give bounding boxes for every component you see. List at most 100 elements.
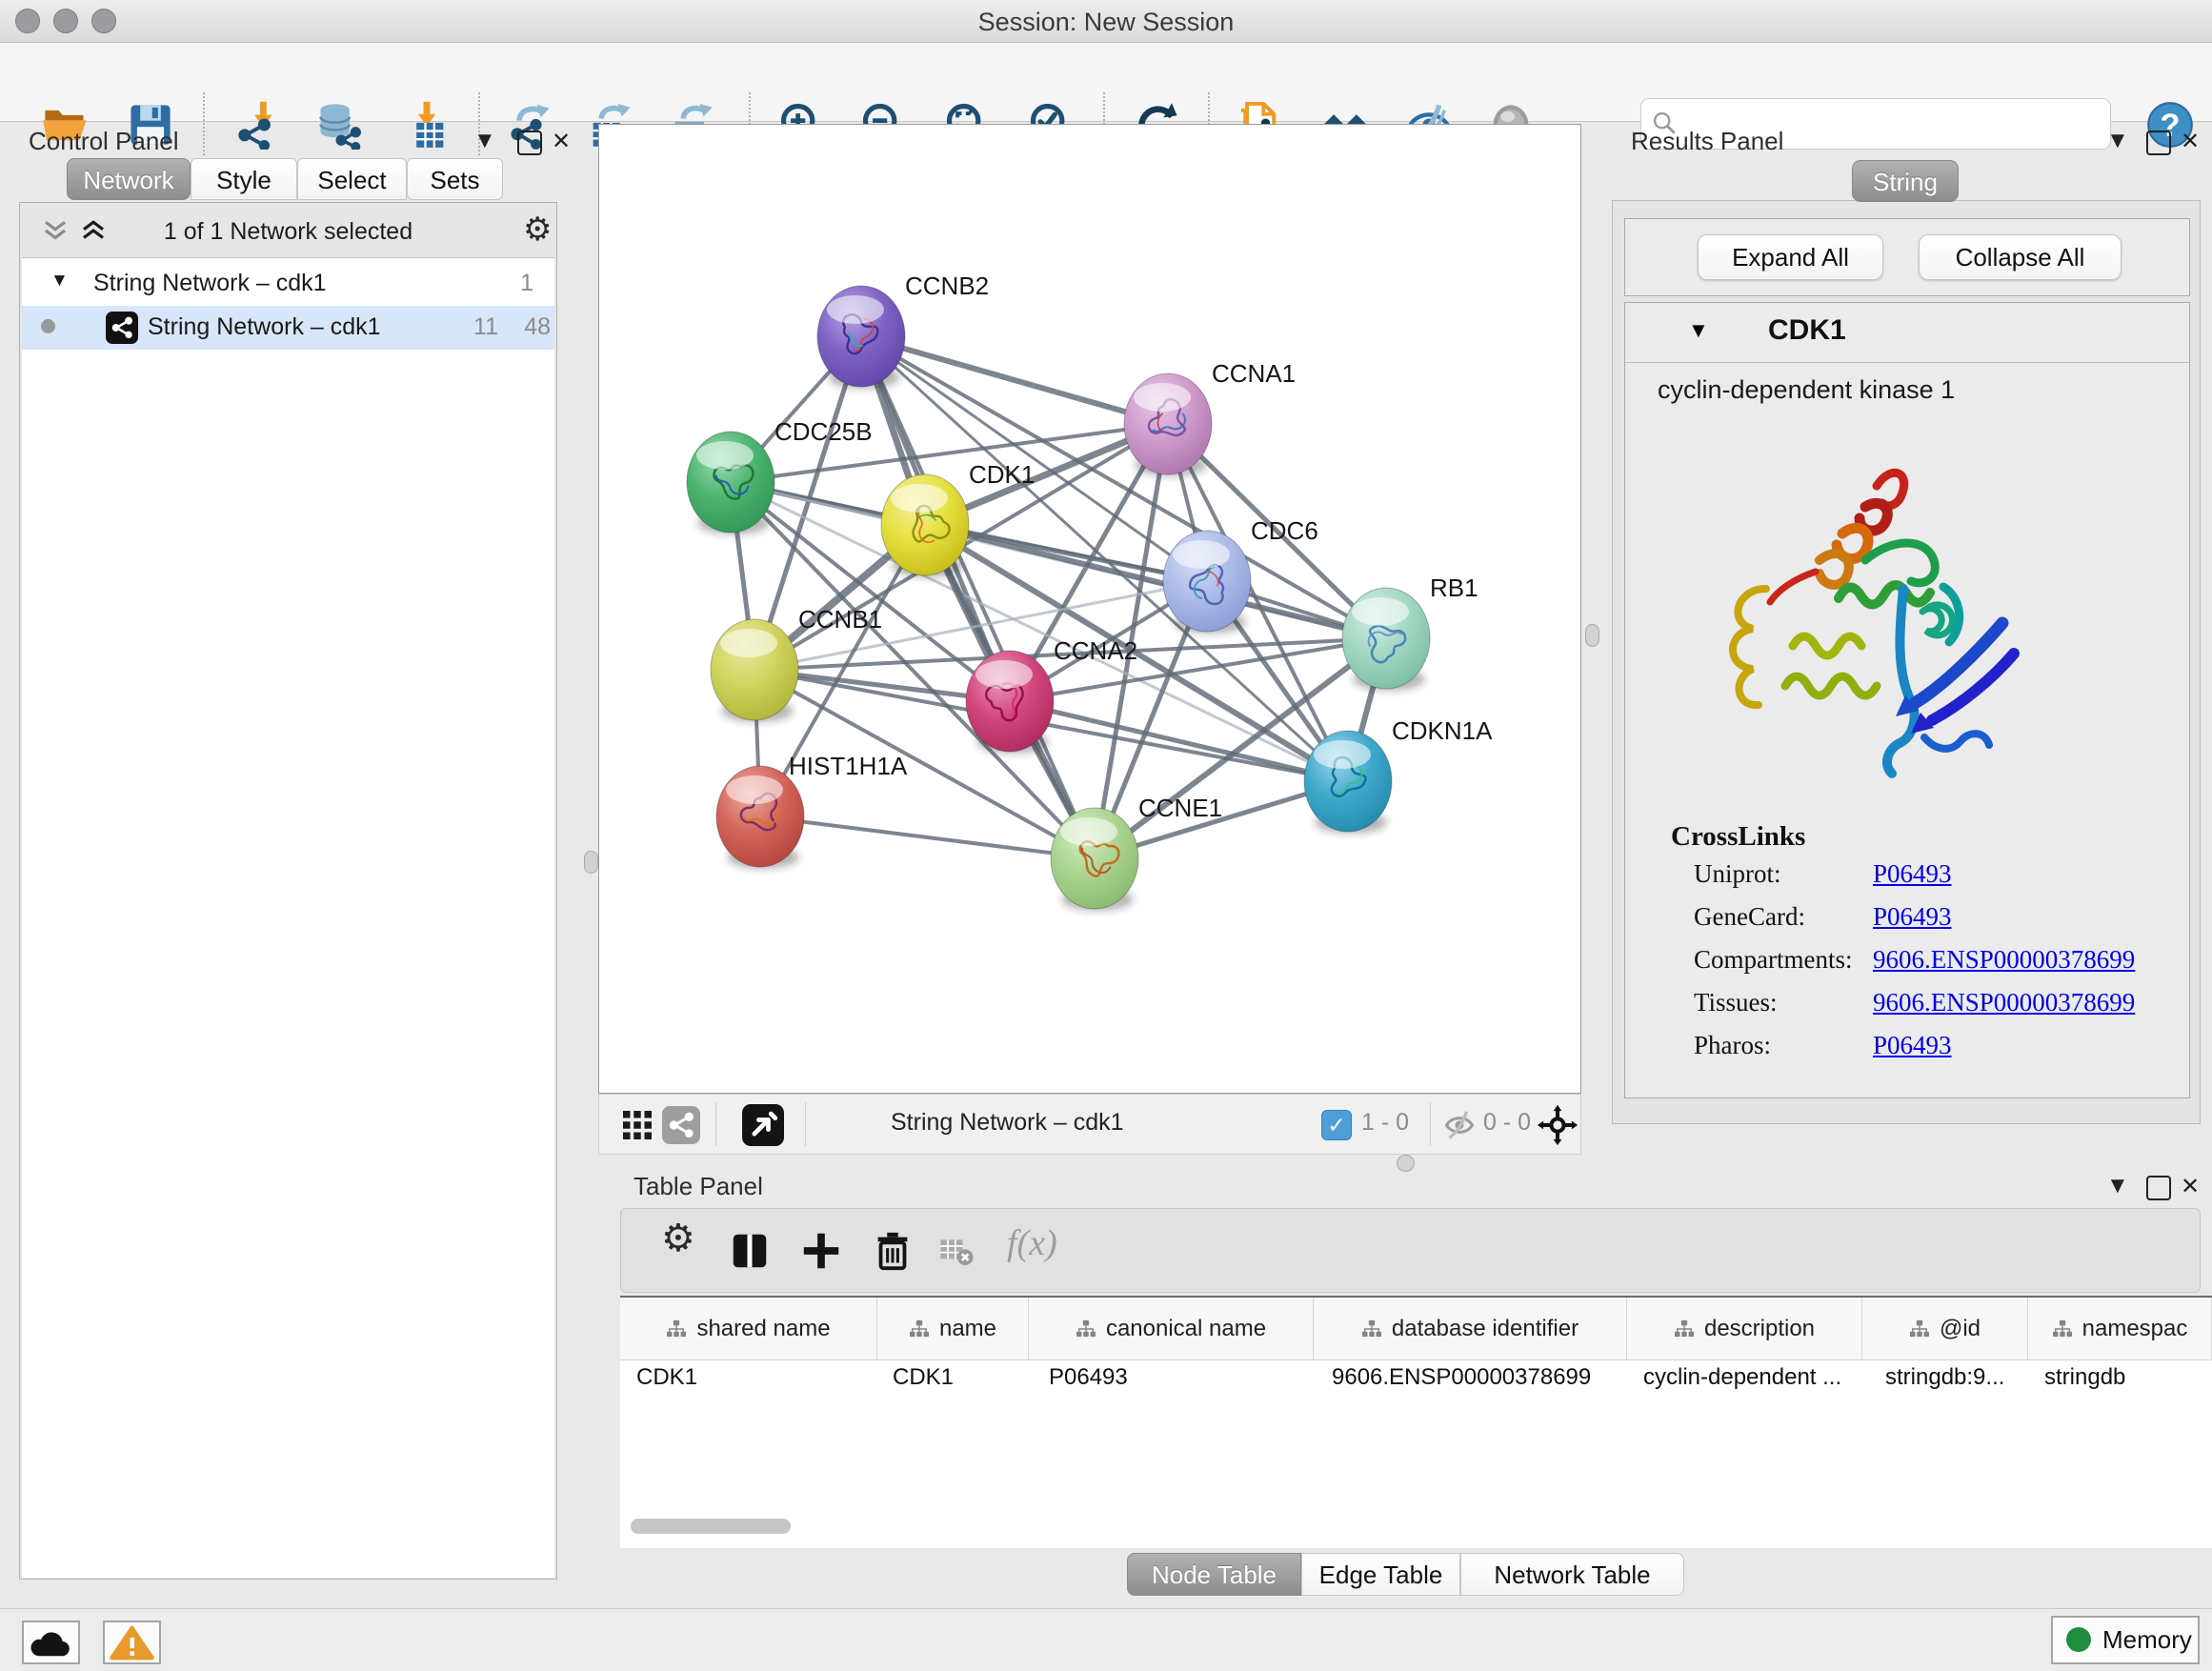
maximize-panel-icon[interactable] (2146, 131, 2171, 155)
network-collection-row[interactable]: ▼ String Network – cdk1 1 (22, 262, 554, 306)
node-result-header[interactable]: ▼ CDK1 (1625, 303, 2189, 363)
warnings-button[interactable] (103, 1621, 161, 1664)
maximize-panel-icon[interactable] (2146, 1176, 2171, 1200)
crosslink-link[interactable]: P06493 (1873, 1031, 1952, 1060)
tab-node-table[interactable]: Node Table (1127, 1553, 1301, 1596)
tab-network[interactable]: Network (67, 158, 191, 200)
show-columns-icon[interactable] (728, 1226, 772, 1276)
table-cell[interactable]: stringdb:9... (1885, 1364, 2004, 1391)
network-node[interactable]: CCNE1 (1051, 794, 1222, 911)
column-type-icon (2052, 1319, 2073, 1339)
bottom-splitter-handle[interactable] (1397, 1155, 1415, 1172)
column-type-icon (1674, 1319, 1695, 1339)
node-label: CDK1 (969, 460, 1035, 489)
column-header-label: @id (1940, 1316, 1981, 1342)
network-graph[interactable]: CCNB2CCNA1CDC25BCDK1CDC6RB1CCNB1CCNA2CDK… (599, 125, 1580, 1093)
memory-button[interactable]: Memory (2051, 1616, 2200, 1664)
network-list-box: 1 of 1 Network selected ⚙ ▼ String Netwo… (19, 202, 557, 1580)
table-cell[interactable]: 9606.ENSP00000378699 (1332, 1364, 1591, 1391)
memory-status-dot-icon (2066, 1627, 2091, 1652)
expand-collapse-bar: Expand All Collapse All (1624, 218, 2190, 296)
share-view-icon[interactable] (662, 1106, 700, 1144)
string-results-box: Expand All Collapse All ▼ CDK1 cyclin-de… (1612, 200, 2201, 1124)
column-header[interactable]: database identifier (1314, 1298, 1627, 1360)
node-count: 11 (455, 313, 498, 341)
toolbar-separator (1430, 1102, 1431, 1146)
network-view-title: String Network – cdk1 (891, 1109, 1124, 1137)
crosslink-link[interactable]: 9606.ENSP00000378699 (1873, 988, 2135, 1017)
left-splitter-handle[interactable] (584, 851, 598, 874)
float-panel-icon[interactable]: ▼ (2106, 128, 2129, 154)
fit-selected-crosshair-icon[interactable] (1537, 1104, 1579, 1146)
network-node[interactable]: CDKN1A (1304, 716, 1493, 834)
close-panel-icon[interactable]: ✕ (2181, 1173, 2200, 1200)
column-header-label: namespac (2082, 1316, 2188, 1342)
column-header[interactable]: name (877, 1298, 1029, 1360)
network-node[interactable]: CCNA1 (1124, 359, 1296, 476)
network-edge[interactable] (760, 816, 1095, 858)
birdseye-view-icon[interactable] (742, 1104, 784, 1146)
node-label: CCNE1 (1138, 794, 1222, 822)
maximize-panel-icon[interactable] (517, 131, 542, 155)
expand-all-button[interactable]: Expand All (1698, 234, 1883, 280)
tab-edge-table[interactable]: Edge Table (1301, 1553, 1460, 1596)
tab-sets[interactable]: Sets (407, 158, 503, 200)
tab-string[interactable]: String (1852, 160, 1959, 202)
tab-select[interactable]: Select (297, 158, 407, 200)
crosslink-label: Uniprot: (1694, 859, 1781, 889)
network-selection-status: 1 of 1 Network selected (20, 218, 556, 246)
delete-column-trash-icon[interactable] (871, 1226, 915, 1276)
network-view-canvas[interactable]: CCNB2CCNA1CDC25BCDK1CDC6RB1CCNB1CCNA2CDK… (598, 124, 1581, 1094)
right-splitter-handle[interactable] (1585, 624, 1599, 647)
network-options-gear-icon[interactable]: ⚙ (523, 211, 552, 249)
collection-label: String Network – cdk1 (93, 270, 327, 297)
column-type-icon (909, 1319, 930, 1339)
table-cell[interactable]: CDK1 (893, 1364, 954, 1391)
current-network-dot-icon (41, 319, 55, 333)
tab-style[interactable]: Style (191, 158, 297, 200)
grid-view-icon[interactable] (620, 1108, 654, 1142)
add-column-icon[interactable] (799, 1226, 843, 1276)
table-cell[interactable]: CDK1 (636, 1364, 697, 1391)
node-label: CDKN1A (1392, 716, 1493, 745)
crosslink-link[interactable]: P06493 (1873, 902, 1952, 932)
column-type-icon (666, 1319, 687, 1339)
results-panel-title: Results Panel (1631, 127, 1783, 156)
column-header[interactable]: canonical name (1029, 1298, 1314, 1360)
column-header[interactable]: shared name (620, 1298, 877, 1360)
tree-expand-icon[interactable]: ▼ (50, 271, 69, 292)
table-cell[interactable]: stringdb (2044, 1364, 2125, 1391)
column-header-label: description (1704, 1316, 1815, 1342)
close-panel-icon[interactable]: ✕ (552, 128, 571, 155)
edge-count: 48 (508, 313, 551, 341)
network-node[interactable]: HIST1H1A (716, 752, 908, 869)
float-panel-icon[interactable]: ▼ (2106, 1173, 2129, 1199)
crosslink-label: Pharos: (1694, 1031, 1771, 1060)
collapse-entry-icon[interactable]: ▼ (1688, 318, 1709, 343)
table-cell[interactable]: P06493 (1049, 1364, 1128, 1391)
float-panel-icon[interactable]: ▼ (473, 128, 496, 154)
column-header[interactable]: namespac (2028, 1298, 2212, 1360)
crosslink-link[interactable]: 9606.ENSP00000378699 (1873, 945, 2135, 975)
collection-count: 1 (520, 270, 533, 297)
horizontal-scrollbar-thumb[interactable] (631, 1519, 791, 1534)
network-node[interactable]: RB1 (1342, 574, 1478, 691)
column-header[interactable]: description (1627, 1298, 1862, 1360)
table-cell[interactable]: cyclin-dependent ... (1643, 1364, 1841, 1391)
crosslink-label: Compartments: (1694, 945, 1852, 975)
node-table[interactable]: shared name name canonical namedatabase id… (620, 1296, 2212, 1548)
network-row-selected[interactable]: String Network – cdk1 11 48 (22, 306, 554, 350)
node-label: CDC25B (774, 417, 873, 446)
column-header-label: name (939, 1316, 996, 1342)
table-settings-gear-icon[interactable]: ⚙ (661, 1217, 705, 1266)
collapse-all-button[interactable]: Collapse All (1919, 234, 2122, 280)
column-type-icon (1909, 1319, 1930, 1339)
column-header[interactable]: @id (1862, 1298, 2028, 1360)
column-header-label: shared name (696, 1316, 830, 1342)
network-node[interactable]: CCNB2 (817, 272, 989, 389)
cloud-button[interactable] (22, 1621, 80, 1664)
selected-checkbox-icon[interactable]: ✓ (1321, 1110, 1352, 1140)
tab-network-table[interactable]: Network Table (1460, 1553, 1684, 1596)
crosslink-link[interactable]: P06493 (1873, 859, 1952, 889)
close-panel-icon[interactable]: ✕ (2181, 128, 2200, 155)
